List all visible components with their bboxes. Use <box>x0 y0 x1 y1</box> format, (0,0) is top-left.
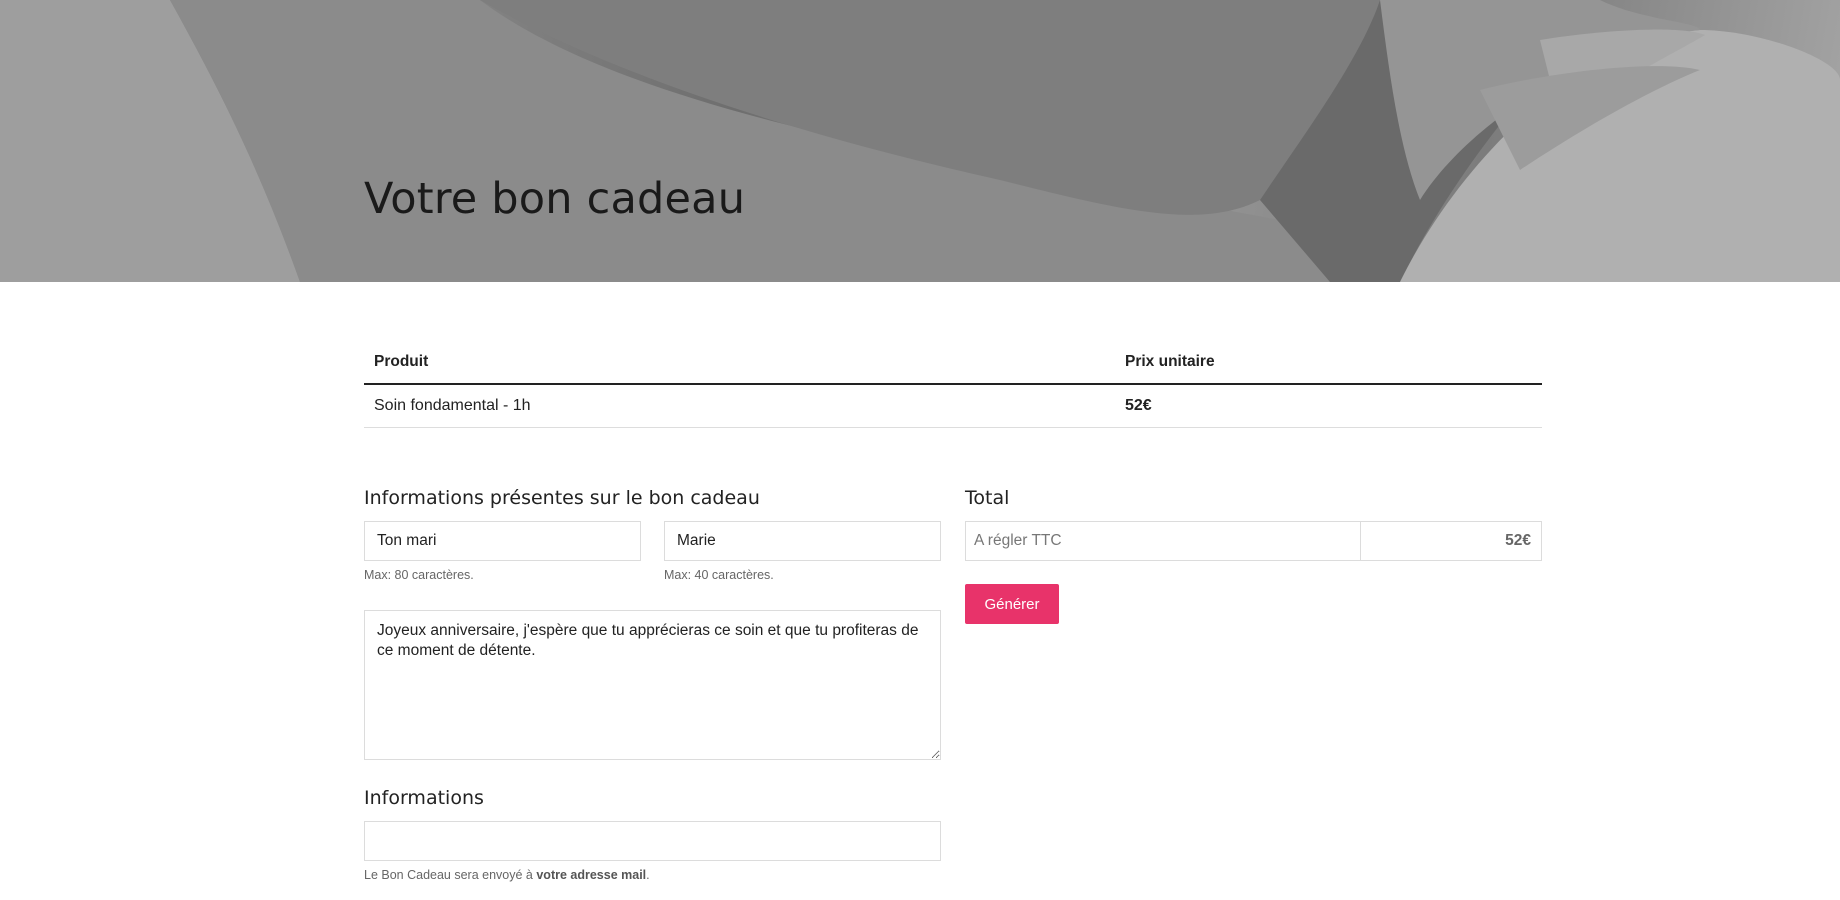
column-header-product: Produit <box>364 340 1115 385</box>
column-header-unit-price: Prix unitaire <box>1115 340 1542 385</box>
total-value: 52€ <box>1505 532 1531 549</box>
informations-section: Informations <box>364 787 484 809</box>
from-hint: Max: 80 caractères. <box>364 568 474 582</box>
product-price: 52€ <box>1115 384 1542 428</box>
products-table: Produit Prix unitaire Soin fondamental -… <box>364 340 1542 428</box>
gift-info-title: Informations présentes sur le bon cadeau <box>364 487 760 509</box>
email-hint: Le Bon Cadeau sera envoyé à votre adress… <box>364 868 650 882</box>
total-label: A régler TTC <box>966 522 1361 560</box>
main-content: Produit Prix unitaire Soin fondamental -… <box>364 340 1542 428</box>
table-row: Soin fondamental - 1h 52€ <box>364 384 1542 428</box>
total-box: A régler TTC 52€ <box>965 521 1542 561</box>
message-textarea[interactable]: Joyeux anniversaire, j'espère que tu app… <box>364 610 941 760</box>
from-name-input[interactable] <box>364 521 641 561</box>
informations-title: Informations <box>364 787 484 809</box>
hero-banner: Votre bon cadeau <box>0 0 1840 282</box>
gift-info-section: Informations présentes sur le bon cadeau <box>364 487 760 509</box>
product-name: Soin fondamental - 1h <box>364 384 1115 428</box>
total-section: Total <box>965 487 1009 509</box>
email-hint-strong: votre adresse mail <box>536 868 647 882</box>
message-field-group: Joyeux anniversaire, j'espère que tu app… <box>364 610 941 765</box>
hero-background-image <box>0 0 1840 282</box>
email-input[interactable] <box>364 821 941 861</box>
generate-button[interactable]: Générer <box>965 584 1059 624</box>
page-title: Votre bon cadeau <box>364 174 746 224</box>
email-field-group: Le Bon Cadeau sera envoyé à votre adress… <box>364 821 941 882</box>
to-hint: Max: 40 caractères. <box>664 568 774 582</box>
to-name-input[interactable] <box>664 521 941 561</box>
total-title: Total <box>965 487 1010 509</box>
to-field-group: Max: 40 caractères. <box>664 521 941 582</box>
from-field-group: Max: 80 caractères. <box>364 521 641 582</box>
table-header-row: Produit Prix unitaire <box>364 340 1542 385</box>
